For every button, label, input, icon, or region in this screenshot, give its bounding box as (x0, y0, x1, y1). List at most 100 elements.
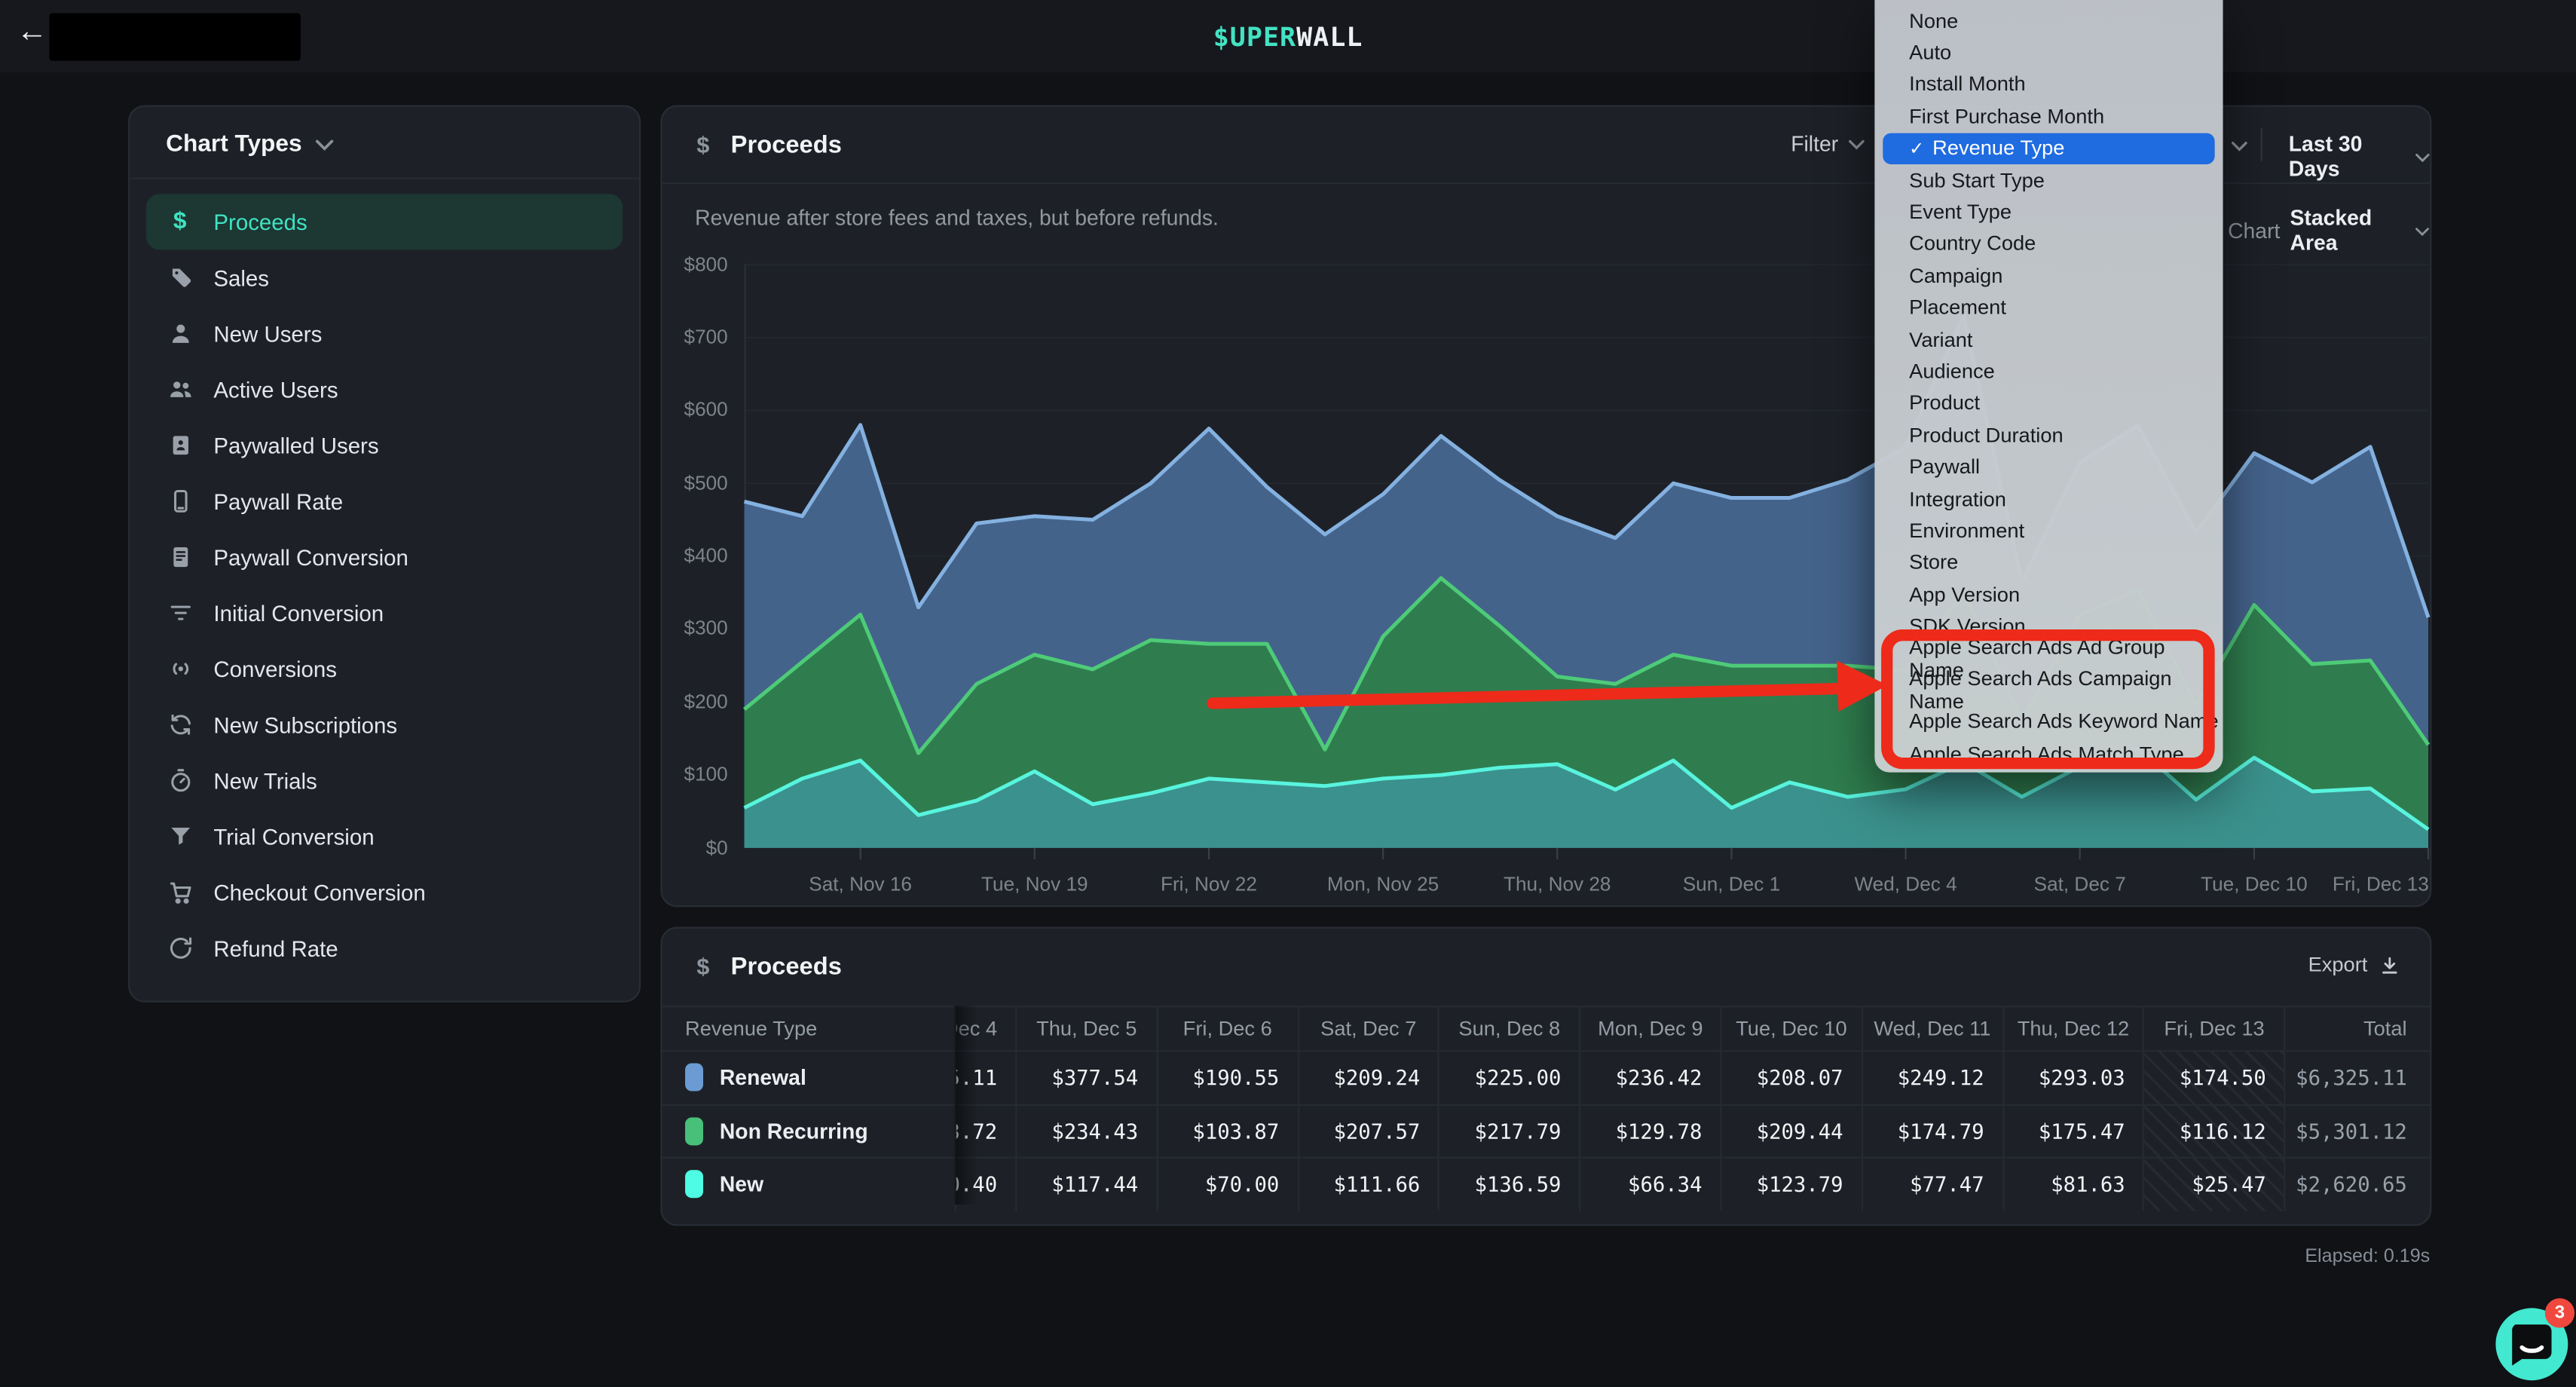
menu-item-auto[interactable]: Auto (1874, 37, 2223, 69)
value-cell: $117.44 (1051, 1172, 1138, 1197)
menu-item-label: Sub Start Type (1909, 169, 2045, 192)
menu-item-environment[interactable]: Environment (1874, 515, 2223, 547)
sidebar-item-label: New Trials (213, 768, 317, 793)
menu-item-none[interactable]: None (1874, 5, 2223, 37)
menu-item-apple-search-ads-match-type[interactable]: Apple Search Ads Match Type (1874, 738, 2223, 770)
menu-item-install-month[interactable]: Install Month (1874, 69, 2223, 100)
menu-item-label: SDK Version (1909, 615, 2026, 638)
chart-subtitle: Revenue after store fees and taxes, but … (695, 206, 1219, 231)
menu-item-product[interactable]: Product (1874, 387, 2223, 419)
sidebar-item-new-users[interactable]: New Users (146, 305, 623, 361)
cart-icon (166, 878, 194, 906)
export-button[interactable]: Export (2308, 953, 2400, 976)
total-cell: $2,620.65 (2296, 1172, 2407, 1197)
chart-types-sidebar: Chart Types $Proceeds Sales New Users Activ… (128, 106, 641, 1003)
series-color-swatch (685, 1171, 703, 1199)
chat-launcher-button[interactable]: 3 (2495, 1308, 2568, 1380)
chart-types-title: Chart Types (166, 131, 301, 158)
table-row-renewal[interactable]: Renewal5.11$377.54$190.55$209.24$225.00$… (662, 1050, 2431, 1104)
column-header: Total (2284, 1007, 2430, 1050)
date-range-button[interactable]: Last 30 Days (2289, 131, 2430, 180)
sidebar-item-sales[interactable]: Sales (146, 250, 623, 305)
group-by-chevron-icon[interactable] (2231, 141, 2247, 151)
series-color-swatch (685, 1117, 703, 1145)
menu-item-event-type[interactable]: Event Type (1874, 196, 2223, 228)
menu-item-label: Product (1909, 392, 1980, 415)
row-label: Renewal (720, 1065, 806, 1090)
value-cell: $174.50 (2180, 1065, 2266, 1090)
menu-item-label: Placement (1909, 296, 2006, 320)
value-cell: $293.03 (2039, 1065, 2125, 1090)
table-row-non-recurring[interactable]: Non Recurring3.72$234.43$103.87$207.57$2… (662, 1104, 2431, 1157)
app-root: ← $UPERWALL Chart Types $ProceedsSalesNe… (0, 0, 2576, 1387)
menu-item-store[interactable]: Store (1874, 547, 2223, 578)
menu-item-revenue-type[interactable]: ✓Revenue Type (1883, 133, 2214, 164)
row-label: New (720, 1172, 763, 1197)
menu-item-product-duration[interactable]: Product Duration (1874, 419, 2223, 451)
sidebar-item-proceeds[interactable]: $Proceeds (146, 194, 623, 250)
menu-item-label: Store (1909, 551, 1958, 574)
export-label: Export (2308, 953, 2368, 976)
menu-item-campaign[interactable]: Campaign (1874, 260, 2223, 292)
value-cell: $129.78 (1616, 1119, 1703, 1144)
menu-item-label: Variant (1909, 328, 1972, 351)
sidebar-item-label: New Users (213, 321, 322, 346)
sidebar-item-trial-conversion[interactable]: Trial Conversion (146, 809, 623, 865)
column-header: Mon, Dec 9 (1579, 1007, 1720, 1050)
sidebar-item-new-trials[interactable]: New Trials (146, 752, 623, 808)
menu-item-label: None (1909, 9, 1958, 32)
x-tick-label: Tue, Nov 19 (981, 873, 1088, 896)
proceeds-table: Revenue TypeDec 4Thu, Dec 5Fri, Dec 6Sat… (662, 1006, 2431, 1211)
menu-item-label: Campaign (1909, 265, 2002, 288)
table-row-new[interactable]: New0.40$117.44$70.00$111.66$136.59$66.34… (662, 1157, 2431, 1211)
value-cell: $81.63 (2051, 1172, 2125, 1197)
header-divider (2261, 128, 2262, 161)
menu-item-audience[interactable]: Audience (1874, 356, 2223, 387)
sidebar-item-paywall-conversion[interactable]: Paywall Conversion (146, 529, 623, 585)
sidebar-item-checkout-conversion[interactable]: Checkout Conversion (146, 865, 623, 920)
menu-item-paywall[interactable]: Paywall (1874, 451, 2223, 482)
menu-item-label: Country Code (1909, 232, 2036, 256)
tag-icon (166, 264, 194, 292)
date-range-label: Last 30 Days (2289, 131, 2406, 180)
menu-item-app-version[interactable]: App Version (1874, 578, 2223, 610)
sidebar-item-label: Sales (213, 265, 269, 290)
menu-item-apple-search-ads-campaign-name[interactable]: Apple Search Ads Campaign Name (1874, 674, 2223, 706)
value-cell: $236.42 (1616, 1065, 1703, 1090)
chart-type-select[interactable]: Chart Stacked Area (2228, 206, 2430, 255)
sidebar-item-refund-rate[interactable]: Refund Rate (146, 920, 623, 976)
sidebar-item-initial-conversion[interactable]: Initial Conversion (146, 585, 623, 641)
sidebar-item-paywall-rate[interactable]: Paywall Rate (146, 473, 623, 529)
filter-button[interactable]: Filter (1791, 131, 1865, 156)
value-cell: $209.44 (1757, 1119, 1843, 1144)
radio-icon (166, 655, 194, 683)
sidebar-list: $ProceedsSalesNew UsersActive UsersPaywa… (130, 179, 639, 976)
menu-item-integration[interactable]: Integration (1874, 483, 2223, 515)
menu-item-label: Audience (1909, 360, 1995, 383)
sidebar-item-conversions[interactable]: Conversions (146, 641, 623, 697)
column-header: Fri, Dec 6 (1156, 1007, 1297, 1050)
menu-item-variant[interactable]: Variant (1874, 323, 2223, 355)
table-panel-header: $ Proceeds (662, 929, 2431, 1004)
menu-item-placement[interactable]: Placement (1874, 292, 2223, 323)
total-cell: $6,325.11 (2296, 1065, 2407, 1090)
id-card-icon (166, 431, 194, 459)
x-tick-label: Thu, Nov 28 (1504, 873, 1611, 896)
menu-item-label: Integration (1909, 487, 2006, 510)
sidebar-item-active-users[interactable]: Active Users (146, 362, 623, 418)
menu-item-sub-start-type[interactable]: Sub Start Type (1874, 164, 2223, 196)
column-header: Wed, Dec 11 (1861, 1007, 2002, 1050)
menu-item-apple-search-ads-keyword-name[interactable]: Apple Search Ads Keyword Name (1874, 706, 2223, 738)
dollar-icon: $ (696, 131, 709, 158)
menu-item-country-code[interactable]: Country Code (1874, 228, 2223, 259)
column-header: Revenue Type (662, 1007, 955, 1050)
chart-types-header[interactable]: Chart Types (130, 107, 639, 178)
menu-item-label: Apple Search Ads Match Type (1909, 742, 2184, 766)
filter-lines-icon (166, 599, 194, 627)
sidebar-item-paywalled-users[interactable]: Paywalled Users (146, 418, 623, 473)
menu-item-first-purchase-month[interactable]: First Purchase Month (1874, 100, 2223, 132)
column-header: Thu, Dec 5 (1015, 1007, 1156, 1050)
sidebar-item-new-subscriptions[interactable]: New Subscriptions (146, 697, 623, 752)
logo-accent: $UPER (1213, 20, 1296, 51)
logo-rest: WALL (1296, 20, 1363, 51)
